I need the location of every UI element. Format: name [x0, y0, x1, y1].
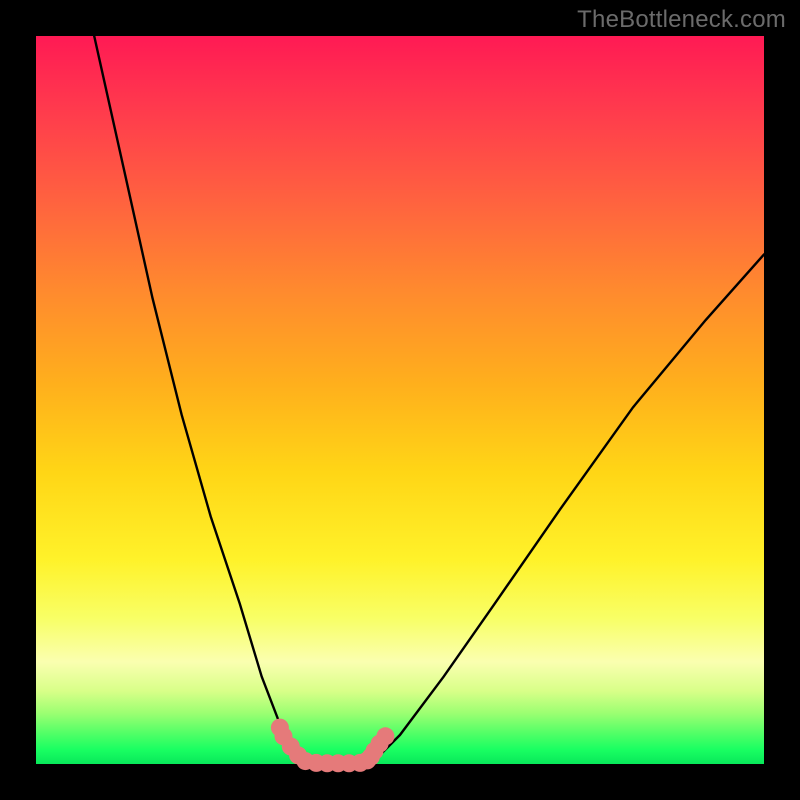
- watermark-text: TheBottleneck.com: [577, 6, 786, 34]
- marker-group: [271, 719, 395, 773]
- curve-svg: [36, 36, 764, 764]
- bottleneck-curve: [94, 36, 764, 764]
- chart-frame: TheBottleneck.com: [0, 0, 800, 800]
- plot-area: [36, 36, 764, 764]
- marker-dot: [376, 727, 394, 745]
